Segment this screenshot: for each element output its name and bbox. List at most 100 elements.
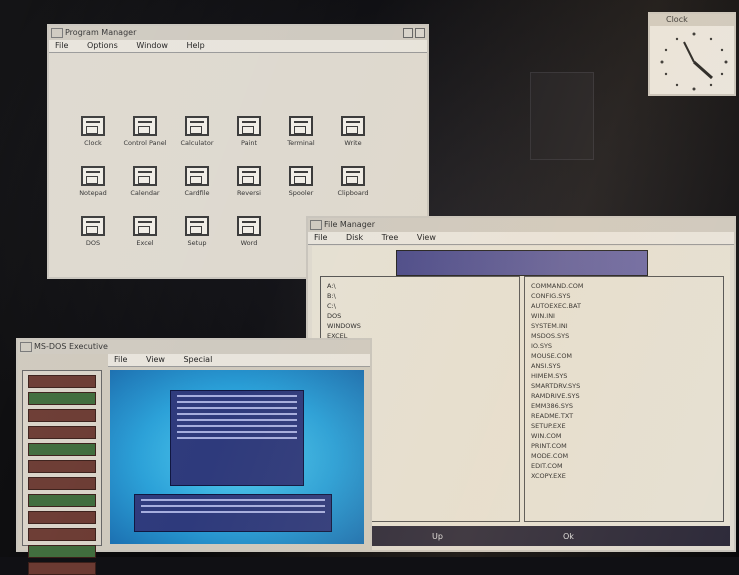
list-item-label: MSDOS.SYS [531, 332, 570, 340]
menu-help[interactable]: Help [186, 41, 204, 50]
minimize-icon[interactable] [403, 28, 413, 38]
fm-menu-view[interactable]: View [417, 233, 436, 242]
dos-list-item[interactable] [28, 443, 96, 456]
system-menu-icon[interactable] [310, 220, 322, 230]
program-label: Write [344, 139, 362, 147]
list-item[interactable]: EMM386.SYS [531, 401, 717, 411]
program-item[interactable]: Paint [223, 116, 275, 158]
list-item[interactable]: MODE.COM [531, 451, 717, 461]
list-item[interactable]: SETUP.EXE [531, 421, 717, 431]
dos-list-item[interactable] [28, 562, 96, 575]
program-label: Control Panel [123, 139, 167, 147]
file-manager-titlebar[interactable]: File Manager [308, 218, 734, 232]
program-item[interactable]: Terminal [275, 116, 327, 158]
list-item[interactable]: XCOPY.EXE [531, 471, 717, 481]
list-item[interactable]: C:\ [327, 301, 513, 311]
maximize-icon[interactable] [415, 28, 425, 38]
program-icon [237, 216, 261, 236]
file-manager-title: File Manager [324, 220, 375, 229]
list-item[interactable]: PRINT.COM [531, 441, 717, 451]
menu-options[interactable]: Options [87, 41, 118, 50]
drive-bar [396, 250, 648, 276]
program-label: Paint [240, 139, 258, 147]
dos-list-item[interactable] [28, 477, 96, 490]
list-item-label: HIMEM.SYS [531, 372, 568, 380]
program-item[interactable]: Reversi [223, 166, 275, 208]
list-item[interactable]: MSDOS.SYS [531, 331, 717, 341]
fm-menu-tree[interactable]: Tree [382, 233, 399, 242]
program-item[interactable]: Notepad [67, 166, 119, 208]
program-item[interactable]: Calendar [119, 166, 171, 208]
program-manager-titlebar[interactable]: Program Manager [49, 26, 427, 40]
list-item-label: CONFIG.SYS [531, 292, 571, 300]
list-item-label: ANSI.SYS [531, 362, 561, 370]
file-manager-body: A:\B:\C:\DOSWINDOWSEXCELWORDUTILTEMPGAME… [312, 246, 730, 546]
list-item[interactable]: RAMDRIVE.SYS [531, 391, 717, 401]
list-item[interactable]: WIN.INI [531, 311, 717, 321]
fm-menu-disk[interactable]: Disk [346, 233, 363, 242]
list-item-label: COMMAND.COM [531, 282, 584, 290]
dos-list-item[interactable] [28, 494, 96, 507]
list-item-label: DOS [327, 312, 342, 320]
list-item[interactable]: README.TXT [531, 411, 717, 421]
program-manager-title: Program Manager [65, 28, 137, 37]
clock-titlebar[interactable]: Clock [650, 14, 734, 26]
list-item[interactable]: IO.SYS [531, 341, 717, 351]
dos-list-item[interactable] [28, 375, 96, 388]
list-item[interactable]: MOUSE.COM [531, 351, 717, 361]
dos-list-item[interactable] [28, 460, 96, 473]
dos-list-item[interactable] [28, 545, 96, 558]
program-label: Setup [187, 239, 207, 247]
program-item[interactable]: Clock [67, 116, 119, 158]
directory-dialog[interactable] [170, 390, 304, 486]
program-item[interactable]: Word [223, 216, 275, 258]
fm-menu-file[interactable]: File [314, 233, 327, 242]
dos-list-item[interactable] [28, 528, 96, 541]
dos-executive-titlebar[interactable]: MS-DOS Executive [18, 340, 370, 354]
list-item[interactable]: WINDOWS [327, 321, 513, 331]
list-item[interactable]: WIN.COM [531, 431, 717, 441]
program-item[interactable]: Calculator [171, 116, 223, 158]
dos-menu-special[interactable]: Special [183, 355, 212, 364]
dos-menu-view[interactable]: View [146, 355, 165, 364]
menu-window[interactable]: Window [136, 41, 168, 50]
dos-list-item[interactable] [28, 409, 96, 422]
list-item[interactable]: SYSTEM.INI [531, 321, 717, 331]
list-item[interactable]: B:\ [327, 291, 513, 301]
dos-list-item[interactable] [28, 426, 96, 439]
list-item[interactable]: HIMEM.SYS [531, 371, 717, 381]
program-item[interactable]: Spooler [275, 166, 327, 208]
clock-title: Clock [666, 15, 688, 24]
list-item[interactable]: CONFIG.SYS [531, 291, 717, 301]
program-item[interactable]: Write [327, 116, 379, 158]
program-item[interactable]: Control Panel [119, 116, 171, 158]
program-item[interactable]: Setup [171, 216, 223, 258]
program-icon [81, 216, 105, 236]
dos-executive-title: MS-DOS Executive [34, 342, 108, 351]
list-item-label: README.TXT [531, 412, 574, 420]
list-item-label: XCOPY.EXE [531, 472, 566, 480]
program-item[interactable]: Cardfile [171, 166, 223, 208]
system-menu-icon[interactable] [51, 28, 63, 38]
list-item[interactable]: COMMAND.COM [531, 281, 717, 291]
program-icon [341, 116, 365, 136]
dos-list-item[interactable] [28, 392, 96, 405]
program-item[interactable]: Excel [119, 216, 171, 258]
command-dialog[interactable] [134, 494, 332, 532]
list-item[interactable]: AUTOEXEC.BAT [531, 301, 717, 311]
program-label: DOS [85, 239, 101, 247]
list-item[interactable]: A:\ [327, 281, 513, 291]
list-item[interactable]: EDIT.COM [531, 461, 717, 471]
program-item[interactable]: Clipboard [327, 166, 379, 208]
list-item[interactable]: DOS [327, 311, 513, 321]
file-list-pane[interactable]: COMMAND.COM CONFIG.SYS AUTOEXEC.BAT WIN.INI… [524, 276, 724, 522]
dos-menu-file[interactable]: File [114, 355, 127, 364]
program-icon [133, 116, 157, 136]
menu-file[interactable]: File [55, 41, 68, 50]
list-item[interactable]: SMARTDRV.SYS [531, 381, 717, 391]
list-item[interactable]: ANSI.SYS [531, 361, 717, 371]
dos-file-list[interactable] [22, 370, 102, 575]
system-menu-icon[interactable] [20, 342, 32, 352]
dos-list-item[interactable] [28, 511, 96, 524]
program-item[interactable]: DOS [67, 216, 119, 258]
